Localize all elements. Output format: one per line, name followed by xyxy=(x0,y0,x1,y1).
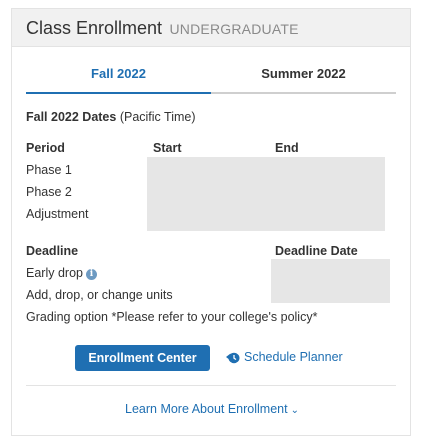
period-adjustment: Adjustment xyxy=(26,207,89,221)
dates-placeholder xyxy=(147,157,385,231)
learn-more-link[interactable]: Learn More About Enrollment ⌄ xyxy=(12,402,412,416)
dates-heading-term: Fall 2022 Dates xyxy=(26,110,117,124)
period-phase-1: Phase 1 xyxy=(26,163,72,177)
schedule-planner-link[interactable]: Schedule Planner xyxy=(225,350,343,364)
learn-more-label: Learn More About Enrollment xyxy=(125,402,288,416)
card-title: Class Enrollment xyxy=(26,18,163,38)
column-header-start: Start xyxy=(153,141,182,155)
deadline-date-placeholder xyxy=(271,259,390,303)
column-header-deadline: Deadline xyxy=(26,244,79,258)
deadline-grading-option: Grading option *Please refer to your col… xyxy=(26,310,318,324)
chevron-down-icon: ⌄ xyxy=(290,405,299,416)
dates-heading-note: (Pacific Time) xyxy=(119,110,196,124)
period-phase-2: Phase 2 xyxy=(26,185,72,199)
tab-fall-2022[interactable]: Fall 2022 xyxy=(26,59,211,94)
divider xyxy=(26,385,396,386)
card-subtitle: UNDERGRADUATE xyxy=(169,21,299,37)
tab-summer-2022[interactable]: Summer 2022 xyxy=(211,59,396,94)
enrollment-center-button[interactable]: Enrollment Center xyxy=(75,345,210,371)
deadline-add-drop: Add, drop, or change units xyxy=(26,288,173,302)
card-header: Class Enrollment UNDERGRADUATE xyxy=(12,9,410,47)
column-header-deadline-date: Deadline Date xyxy=(275,244,358,258)
schedule-planner-label: Schedule Planner xyxy=(244,350,343,364)
deadline-early-drop-label: Early drop xyxy=(26,266,83,280)
schedule-planner-icon xyxy=(226,352,240,364)
dates-heading: Fall 2022 Dates (Pacific Time) xyxy=(26,110,196,124)
info-icon[interactable]: i xyxy=(85,269,97,280)
term-tabs: Fall 2022 Summer 2022 xyxy=(26,59,396,94)
column-header-end: End xyxy=(275,141,299,155)
column-header-period: Period xyxy=(26,141,65,155)
deadline-early-drop: Early drop i xyxy=(26,266,97,280)
class-enrollment-card: Class Enrollment UNDERGRADUATE Fall 2022… xyxy=(11,8,411,436)
